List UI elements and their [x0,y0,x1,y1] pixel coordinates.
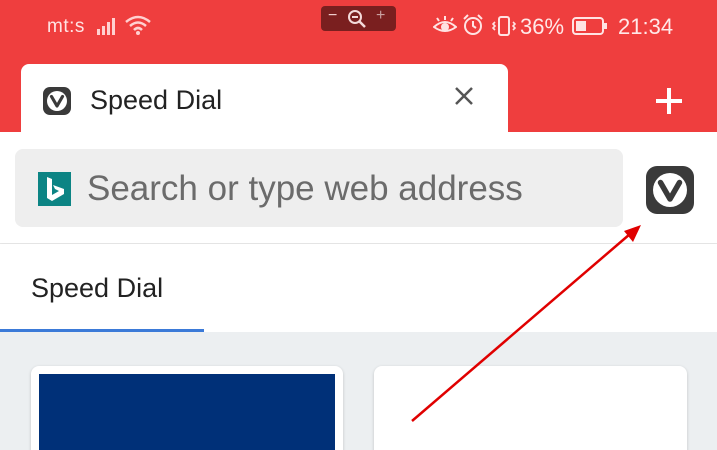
speed-dial-tile[interactable] [374,366,687,450]
alarm-icon [463,14,483,35]
clock: 21:34 [618,14,674,39]
zoom-controls[interactable]: − + [321,6,396,31]
tab-title: Speed Dial [90,85,223,115]
bing-icon[interactable] [38,172,71,206]
zoom-out-button[interactable]: − [328,7,337,25]
speed-dial-tabs: Speed Dial [0,244,717,332]
carrier-label: mt:s [47,16,85,37]
speed-dial-tab-label: Speed Dial [31,273,164,303]
zoom-in-button[interactable]: + [376,7,385,25]
tab-speed-dial-group[interactable]: Speed Dial [0,244,204,332]
battery-icon [572,17,607,35]
tile-thumbnail [39,374,335,450]
address-bar[interactable] [15,149,623,227]
address-toolbar [0,132,717,244]
plus-icon[interactable] [652,84,686,118]
vivaldi-icon[interactable] [645,165,695,215]
vivaldi-icon [43,87,71,115]
speed-dial-tile[interactable] [31,366,343,450]
speed-dial-grid [0,332,717,450]
signal-icon [97,18,115,35]
eye-comfort-icon [433,16,457,32]
close-icon[interactable] [452,84,476,108]
tab-speed-dial[interactable]: Speed Dial [21,64,508,134]
wifi-icon [125,15,151,35]
search-input[interactable] [87,167,607,211]
battery-percentage: 36% [520,14,565,39]
status-bar: mt:s − + 36% 21:34 [0,0,717,52]
tab-strip: Speed Dial [0,52,717,134]
vibrate-icon [492,16,516,36]
zoom-icon [348,10,366,28]
